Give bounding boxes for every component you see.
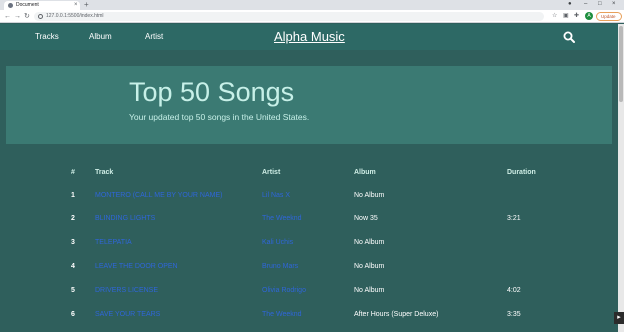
album-name: No Album <box>354 287 385 294</box>
row-number: 4 <box>71 263 75 270</box>
info-icon[interactable] <box>38 14 43 19</box>
globe-icon <box>8 3 13 8</box>
row-number: 5 <box>71 287 75 294</box>
artist-link[interactable]: Olivia Rodrigo <box>262 286 306 295</box>
url-text: 127.0.0.1:5500/index.html <box>46 13 104 19</box>
new-tab-button[interactable]: + <box>84 0 89 9</box>
scrollbar-thumb[interactable] <box>619 26 623 102</box>
header-album: Album <box>354 169 376 176</box>
track-link[interactable]: SAVE YOUR TEARS <box>95 310 160 319</box>
profile-avatar[interactable]: A <box>585 12 593 20</box>
header-artist: Artist <box>262 169 281 176</box>
close-window-button[interactable]: × <box>612 0 616 9</box>
brand-logo-link[interactable]: Alpha Music <box>274 28 345 45</box>
header-duration: Duration <box>507 169 536 176</box>
artist-link[interactable]: Kali Uchis <box>262 238 293 247</box>
browser-tabbar: Document × + ● – □ × <box>0 0 624 10</box>
track-duration: 3:21 <box>507 215 521 222</box>
album-name: No Album <box>354 263 385 270</box>
browser-menu-icon[interactable]: ● <box>568 0 572 9</box>
extension-icon[interactable]: ▣ <box>563 12 569 21</box>
address-bar[interactable]: 127.0.0.1:5500/index.html <box>34 12 544 21</box>
artist-link[interactable]: Bruno Mars <box>262 262 298 271</box>
browser-tab[interactable]: Document × <box>4 1 80 10</box>
row-number: 2 <box>71 215 75 222</box>
header-track: Track <box>95 169 114 176</box>
artist-link[interactable]: The Weeknd <box>262 310 302 319</box>
reload-button[interactable]: ↻ <box>24 11 30 22</box>
track-duration: 4:02 <box>507 287 521 294</box>
track-link[interactable]: DRIVERS LICENSE <box>95 286 158 295</box>
track-link[interactable]: MONTERO (CALL ME BY YOUR NAME) <box>95 191 222 200</box>
nav-tracks-link[interactable]: Tracks <box>35 32 59 42</box>
search-icon[interactable] <box>563 31 575 43</box>
page-title: Top 50 Songs <box>129 77 295 107</box>
minimize-button[interactable]: – <box>584 0 587 9</box>
browser-toolbar: ← → ↻ 127.0.0.1:5500/index.html ☆ ▣ ✚ A … <box>0 10 624 23</box>
overlay-toggle-icon[interactable]: ▸ <box>614 312 624 324</box>
track-link[interactable]: BLINDING LIGHTS <box>95 214 155 223</box>
back-button[interactable]: ← <box>4 11 11 22</box>
puzzle-icon[interactable]: ✚ <box>574 12 579 21</box>
album-name: After Hours (Super Deluxe) <box>354 311 439 318</box>
row-number: 6 <box>71 311 75 318</box>
page-scrollbar[interactable] <box>618 24 624 332</box>
album-name: No Album <box>354 239 385 246</box>
album-name: No Album <box>354 192 385 199</box>
site-navbar: Tracks Album Artist Alpha Music <box>0 24 618 50</box>
nav-artist-link[interactable]: Artist <box>145 32 163 42</box>
row-number: 1 <box>71 192 75 199</box>
artist-link[interactable]: Lil Nas X <box>262 191 290 200</box>
track-duration: 3:35 <box>507 311 521 318</box>
row-number: 3 <box>71 239 75 246</box>
header-number: # <box>71 169 75 176</box>
maximize-button[interactable]: □ <box>598 0 602 9</box>
album-name: Now 35 <box>354 215 378 222</box>
tab-title: Document <box>16 2 39 8</box>
forward-button[interactable]: → <box>14 11 21 22</box>
artist-link[interactable]: The Weeknd <box>262 214 302 223</box>
page-subtitle: Your updated top 50 songs in the United … <box>129 112 310 122</box>
update-button[interactable]: Update <box>596 12 622 21</box>
tab-close-icon[interactable]: × <box>74 1 78 9</box>
track-link[interactable]: LEAVE THE DOOR OPEN <box>95 262 178 271</box>
nav-album-link[interactable]: Album <box>89 32 112 42</box>
star-icon[interactable]: ☆ <box>552 12 557 21</box>
hero-banner: Top 50 Songs Your updated top 50 songs i… <box>6 66 612 144</box>
track-link[interactable]: TELEPATIA <box>95 238 132 247</box>
